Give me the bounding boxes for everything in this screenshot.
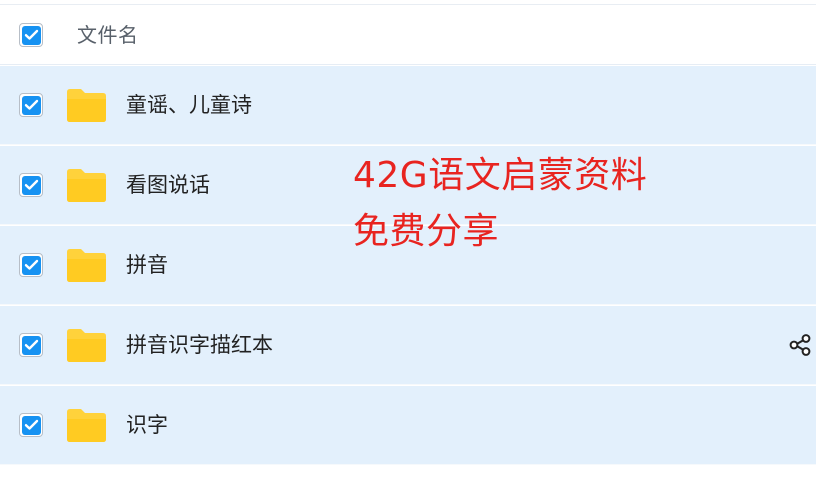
folder-icon (67, 249, 106, 282)
folder-icon (67, 89, 106, 122)
folder-row-tongyao[interactable]: 童谣、儿童诗 (0, 66, 816, 145)
folder-row-checkbox[interactable] (19, 413, 43, 437)
folder-name[interactable]: 童谣、儿童诗 (126, 90, 252, 120)
filename-column-header: 文件名 (77, 23, 139, 47)
folder-icon (67, 409, 106, 442)
folder-icon (67, 329, 106, 362)
select-all-checkbox[interactable] (19, 23, 43, 47)
check-icon (21, 335, 41, 355)
check-icon (21, 175, 41, 195)
folder-row-checkbox[interactable] (19, 173, 43, 197)
check-icon (21, 415, 41, 435)
promo-overlay-text: 42G语文启蒙资料 免费分享 (353, 148, 647, 260)
folder-name[interactable]: 识字 (126, 410, 168, 440)
file-list: 文件名 童谣、儿童诗 看图说话 拼音 拼音识字描红本 识字 42G语文启蒙资料 … (0, 0, 816, 502)
promo-line-2: 免费分享 (353, 211, 500, 252)
promo-line-1: 42G语文启蒙资料 (353, 155, 648, 196)
file-list-header: 文件名 (0, 5, 816, 65)
folder-row-checkbox[interactable] (19, 93, 43, 117)
folder-name[interactable]: 拼音识字描红本 (126, 330, 273, 360)
folder-name[interactable]: 拼音 (126, 250, 168, 280)
folder-row-shizi[interactable]: 识字 (0, 386, 816, 465)
share-icon[interactable] (788, 333, 812, 357)
folder-icon (67, 169, 106, 202)
check-icon (21, 95, 41, 115)
folder-row-checkbox[interactable] (19, 333, 43, 357)
check-icon (21, 255, 41, 275)
check-icon (21, 25, 41, 45)
folder-row-pinyin-shizi-miaohong[interactable]: 拼音识字描红本 (0, 306, 816, 385)
folder-name[interactable]: 看图说话 (126, 170, 210, 200)
folder-row-checkbox[interactable] (19, 253, 43, 277)
